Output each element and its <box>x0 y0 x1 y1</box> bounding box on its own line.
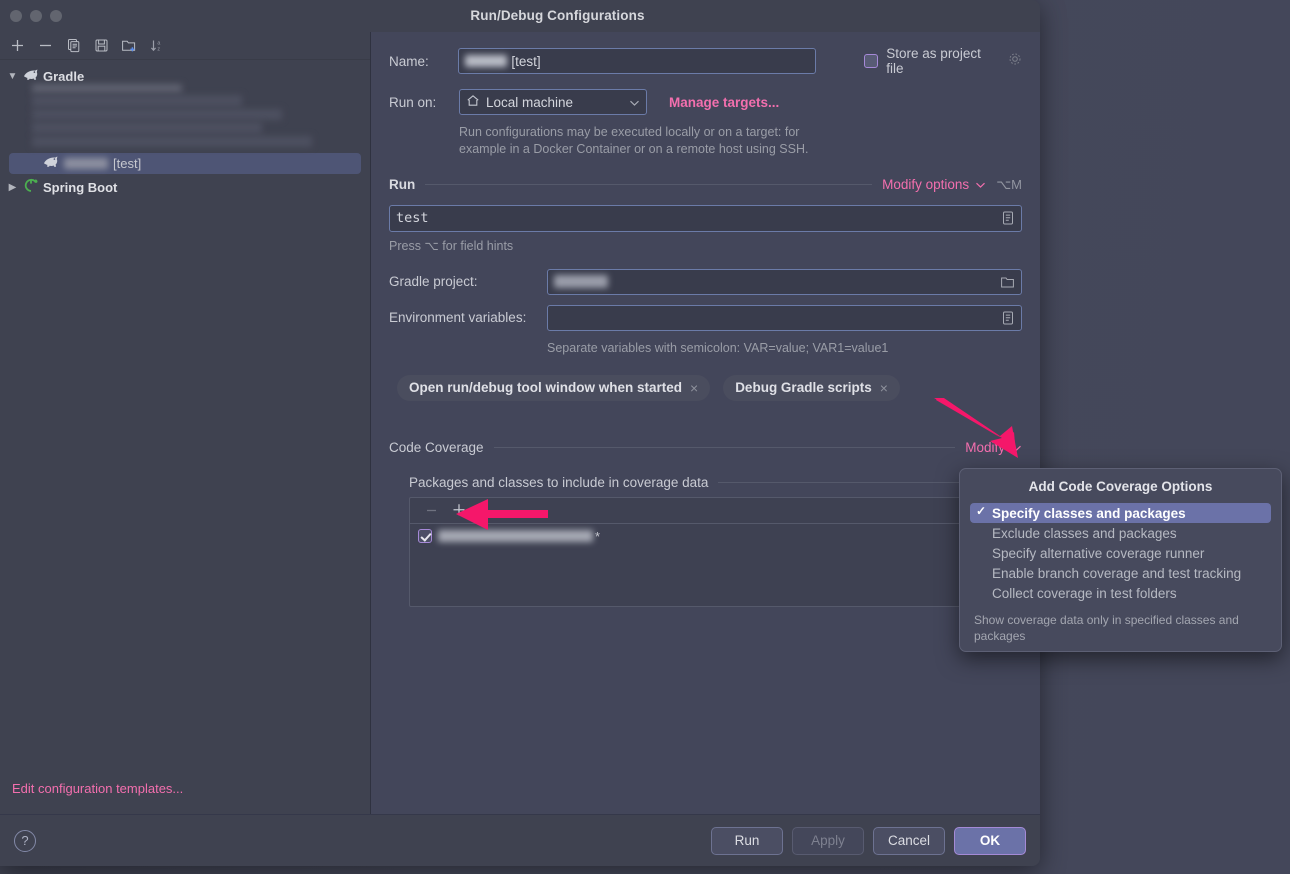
remove-pattern-button[interactable] <box>418 498 444 522</box>
sidebar-item-test-configuration[interactable]: [test] <box>9 153 361 174</box>
modify-options-link[interactable]: Modify options <box>882 177 969 192</box>
manage-targets-link[interactable]: Manage targets... <box>669 95 779 110</box>
run-task-input[interactable]: test <box>389 204 1022 232</box>
environment-variables-input[interactable] <box>547 304 1022 331</box>
popup-title: Add Code Coverage Options <box>1028 479 1213 494</box>
copy-configuration-button[interactable] <box>60 34 86 58</box>
chevron-right-icon[interactable]: ▶ <box>6 182 19 193</box>
window-titlebar: Run/Debug Configurations <box>0 0 1040 32</box>
store-as-project-file-checkbox[interactable] <box>864 54 879 68</box>
run-section-title: Run <box>389 177 416 193</box>
spring-boot-icon <box>23 178 39 197</box>
save-configuration-button[interactable] <box>88 34 114 58</box>
popup-item-collect-coverage-in-test-folders[interactable]: Collect coverage in test folders <box>970 583 1271 603</box>
run-task-value: test <box>396 210 429 227</box>
popup-item-label: Specify alternative coverage runner <box>992 545 1205 561</box>
chevron-down-icon[interactable] <box>629 95 640 110</box>
store-as-project-file-row[interactable]: Store as project file <box>864 46 1022 76</box>
chip-label: Open run/debug tool window when started <box>409 380 682 395</box>
coverage-patterns-list[interactable]: * <box>409 496 1022 607</box>
add-pattern-button[interactable] <box>446 498 472 522</box>
coverage-pattern-checkbox[interactable] <box>418 529 432 543</box>
configurations-sidebar: az ▼ Gradle [test] ▶ Spring Boot Edit co… <box>0 32 371 814</box>
configurations-tree[interactable]: ▼ Gradle [test] ▶ Spring Boot <box>0 60 370 781</box>
gradle-project-label: Gradle project: <box>389 274 478 290</box>
gear-icon[interactable] <box>1008 52 1022 71</box>
close-icon[interactable]: × <box>690 380 698 396</box>
run-debug-configurations-window: Run/Debug Configurations a z ▼ Gradle [t… <box>0 0 1040 866</box>
svg-text:z: z <box>157 46 160 52</box>
gradle-icon <box>43 155 59 173</box>
chip-debug-gradle-scripts[interactable]: Debug Gradle scripts × <box>723 374 900 401</box>
redacted-configuration-name <box>64 158 108 169</box>
chevron-down-icon[interactable] <box>1011 439 1022 457</box>
expand-editor-icon[interactable] <box>1001 310 1015 325</box>
tree-group-gradle-label: Gradle <box>43 69 85 84</box>
coverage-modify-link[interactable]: Modify <box>965 440 1005 455</box>
sidebar-item-test-label: [test] <box>113 156 142 171</box>
redacted-tree-items <box>32 84 312 150</box>
gradle-icon <box>23 68 39 86</box>
redacted-coverage-pattern <box>438 530 593 542</box>
expand-editor-icon[interactable] <box>1001 211 1015 226</box>
coverage-pattern-row[interactable]: * <box>410 524 1021 544</box>
add-configuration-button[interactable] <box>4 34 30 58</box>
edit-configuration-templates-link[interactable]: Edit configuration templates... <box>0 781 370 814</box>
chevron-down-icon[interactable] <box>975 176 986 194</box>
gradle-project-input[interactable] <box>547 268 1022 295</box>
environment-variables-hint: Separate variables with semicolon: VAR=v… <box>547 340 889 355</box>
remove-configuration-button[interactable] <box>32 34 58 58</box>
run-button[interactable]: Run <box>710 826 783 855</box>
run-on-label: Run on: <box>389 94 437 110</box>
help-button[interactable]: ? <box>14 829 36 852</box>
coverage-pattern-suffix: * <box>595 528 601 544</box>
store-as-project-file-label: Store as project file <box>886 46 981 76</box>
ok-button[interactable]: OK <box>954 826 1026 855</box>
popup-item-specify-alternative-coverage-runner[interactable]: Specify alternative coverage runner <box>970 543 1271 563</box>
sidebar-toolbar: az <box>0 32 370 60</box>
run-task-hint: Press ⌥ for field hints <box>389 238 514 253</box>
modify-options-shortcut: ⌥M <box>996 176 1022 192</box>
popup-footer-description: Show coverage data only in specified cla… <box>974 613 1239 643</box>
home-icon <box>466 94 480 110</box>
tree-group-spring-boot-label: Spring Boot <box>43 180 118 195</box>
run-on-select[interactable]: Local machine <box>459 89 647 115</box>
popup-item-label: Collect coverage in test folders <box>992 585 1177 601</box>
popup-item-specify-classes-and-packages[interactable]: ✓ Specify classes and packages <box>970 503 1271 523</box>
code-coverage-section-title: Code Coverage <box>389 440 484 455</box>
redacted-gradle-project-value <box>554 275 608 289</box>
environment-variables-label: Environment variables: <box>389 310 527 326</box>
folder-icon[interactable] <box>1000 275 1015 289</box>
run-on-value: Local machine <box>486 94 574 110</box>
name-label: Name: <box>389 53 429 69</box>
new-folder-button[interactable] <box>116 34 142 58</box>
popup-item-enable-branch-coverage[interactable]: Enable branch coverage and test tracking <box>970 563 1271 583</box>
add-code-coverage-options-popup[interactable]: Add Code Coverage Options ✓ Specify clas… <box>959 468 1282 652</box>
cancel-button[interactable]: Cancel <box>872 826 945 855</box>
window-title: Run/Debug Configurations <box>470 8 645 23</box>
tree-group-spring-boot[interactable]: ▶ Spring Boot <box>0 177 370 198</box>
name-input[interactable]: [test] <box>458 48 817 74</box>
popup-item-label: Specify classes and packages <box>992 505 1186 521</box>
dialog-footer: ? Run Apply Cancel OK <box>0 814 1040 866</box>
redacted-name-prefix <box>465 55 508 67</box>
popup-item-label: Enable branch coverage and test tracking <box>992 565 1242 581</box>
code-coverage-divider <box>493 447 956 448</box>
popup-item-exclude-classes-and-packages[interactable]: Exclude classes and packages <box>970 523 1271 543</box>
apply-button[interactable]: Apply <box>791 826 864 855</box>
check-icon: ✓ <box>976 504 987 518</box>
sort-alphabetically-button[interactable]: az <box>144 34 170 58</box>
configuration-editor-panel: Name: [test] Store as project file Run o… <box>371 32 1040 814</box>
name-input-value: [test] <box>511 53 541 69</box>
run-on-help-text: Run configurations may be executed local… <box>459 125 809 156</box>
chip-open-run-debug-tool-window[interactable]: Open run/debug tool window when started … <box>397 374 711 401</box>
popup-item-label: Exclude classes and packages <box>992 525 1177 541</box>
close-icon[interactable]: × <box>880 380 888 396</box>
coverage-patterns-toolbar <box>410 498 1021 524</box>
include-packages-title: Packages and classes to include in cover… <box>409 474 709 490</box>
chip-label: Debug Gradle scripts <box>735 380 872 395</box>
chevron-down-icon[interactable]: ▼ <box>6 71 19 82</box>
run-section-divider <box>425 184 873 186</box>
